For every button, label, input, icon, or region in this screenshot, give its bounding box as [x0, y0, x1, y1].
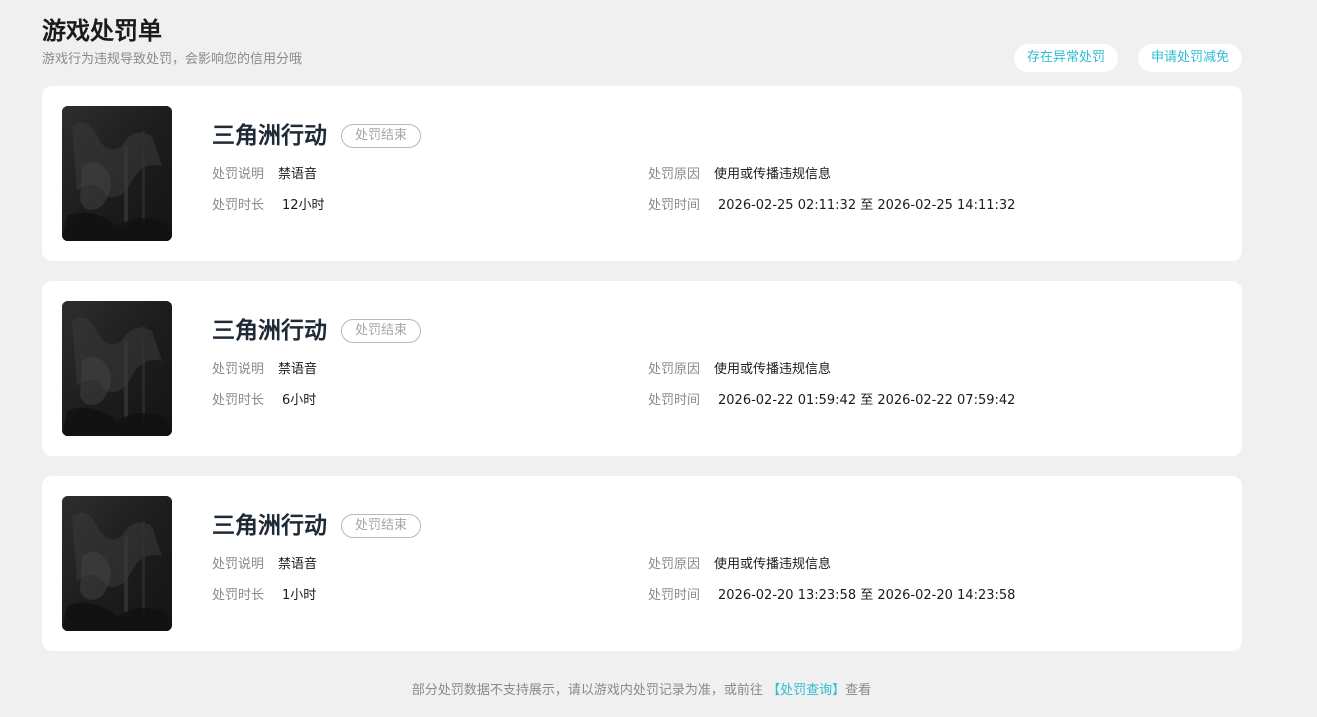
game-cover-image: [62, 106, 172, 241]
penalty-time: 处罚时间 2026-02-22 01:59:42 至 2026-02-22 07:…: [648, 392, 1015, 410]
penalty-time-label: 处罚时间: [648, 393, 701, 408]
penalty-duration-label: 处罚时长: [212, 198, 265, 213]
penalty-description-value: 禁语音: [278, 167, 318, 182]
penalty-card: 三角洲行动 处罚结束 处罚说明 禁语音 处罚时长 6小时 处罚原因 使用或传播违规信息…: [42, 281, 1242, 456]
penalty-description-label: 处罚说明: [212, 167, 265, 182]
penalty-reason-value: 使用或传播违规信息: [714, 362, 832, 377]
penalty-reason-label: 处罚原因: [648, 167, 701, 182]
penalty-reason: 处罚原因 使用或传播违规信息: [648, 556, 831, 574]
penalty-duration-value: 12小时: [282, 198, 325, 213]
penalty-reason-label: 处罚原因: [648, 362, 701, 377]
penalty-card: 三角洲行动 处罚结束 处罚说明 禁语音 处罚时长 1小时 处罚原因 使用或传播违规信息…: [42, 476, 1242, 651]
penalty-reason-label: 处罚原因: [648, 557, 701, 572]
game-title-row: 三角洲行动 处罚结束: [212, 120, 422, 152]
game-title-row: 三角洲行动 处罚结束: [212, 315, 422, 347]
game-cover-image: [62, 301, 172, 436]
penalty-duration: 处罚时长 6小时: [212, 392, 316, 410]
penalty-query-link[interactable]: 【处罚查询】: [767, 683, 845, 698]
penalty-time-label: 处罚时间: [648, 198, 701, 213]
status-badge: 处罚结束: [341, 514, 422, 538]
penalty-time: 处罚时间 2026-02-20 13:23:58 至 2026-02-20 14:…: [648, 587, 1015, 605]
penalty-duration-label: 处罚时长: [212, 588, 265, 603]
penalty-duration: 处罚时长 12小时: [212, 197, 325, 215]
penalty-reason: 处罚原因 使用或传播违规信息: [648, 361, 831, 379]
penalty-duration: 处罚时长 1小时: [212, 587, 316, 605]
header-actions: 存在异常处罚 申请处罚减免: [1013, 44, 1242, 72]
game-name: 三角洲行动: [212, 123, 327, 149]
status-badge: 处罚结束: [341, 124, 422, 148]
penalty-description: 处罚说明 禁语音: [212, 166, 317, 184]
footer-note: 部分处罚数据不支持展示，请以游戏内处罚记录为准，或前往 【处罚查询】查看: [0, 682, 1283, 700]
penalty-reason-value: 使用或传播违规信息: [714, 167, 832, 182]
page-subtitle: 游戏行为违规导致处罚，会影响您的信用分哦: [42, 52, 303, 67]
game-name: 三角洲行动: [212, 513, 327, 539]
penalty-time-value: 2026-02-22 01:59:42 至 2026-02-22 07:59:4…: [718, 393, 1016, 408]
penalty-time: 处罚时间 2026-02-25 02:11:32 至 2026-02-25 14:…: [648, 197, 1015, 215]
penalty-duration-label: 处罚时长: [212, 393, 265, 408]
penalty-time-label: 处罚时间: [648, 588, 701, 603]
status-badge: 处罚结束: [341, 319, 422, 343]
footer-text: 部分处罚数据不支持展示，请以游戏内处罚记录为准，或前往: [411, 683, 763, 698]
game-title-row: 三角洲行动 处罚结束: [212, 510, 422, 542]
penalty-duration-value: 1小时: [282, 588, 317, 603]
penalty-list: 三角洲行动 处罚结束 处罚说明 禁语音 处罚时长 12小时 处罚原因 使用或传播违规信…: [42, 86, 1242, 671]
penalty-card: 三角洲行动 处罚结束 处罚说明 禁语音 处罚时长 12小时 处罚原因 使用或传播违规信…: [42, 86, 1242, 261]
penalty-description: 处罚说明 禁语音: [212, 361, 317, 379]
penalty-reason-value: 使用或传播违规信息: [714, 557, 832, 572]
abnormal-penalty-button[interactable]: 存在异常处罚: [1013, 44, 1118, 72]
footer-text-end: 查看: [845, 683, 872, 698]
penalty-time-value: 2026-02-25 02:11:32 至 2026-02-25 14:11:3…: [718, 198, 1016, 213]
penalty-description-label: 处罚说明: [212, 557, 265, 572]
penalty-reason: 处罚原因 使用或传播违规信息: [648, 166, 831, 184]
penalty-time-value: 2026-02-20 13:23:58 至 2026-02-20 14:23:5…: [718, 588, 1016, 603]
penalty-description-label: 处罚说明: [212, 362, 265, 377]
game-cover-image: [62, 496, 172, 631]
penalty-duration-value: 6小时: [282, 393, 317, 408]
page-title: 游戏处罚单: [42, 17, 162, 45]
penalty-appeal-button[interactable]: 申请处罚减免: [1137, 44, 1242, 72]
penalty-description-value: 禁语音: [278, 557, 318, 572]
game-name: 三角洲行动: [212, 318, 327, 344]
page-header: 游戏处罚单 游戏行为违规导致处罚，会影响您的信用分哦: [42, 14, 302, 70]
penalty-description-value: 禁语音: [278, 362, 318, 377]
penalty-description: 处罚说明 禁语音: [212, 556, 317, 574]
